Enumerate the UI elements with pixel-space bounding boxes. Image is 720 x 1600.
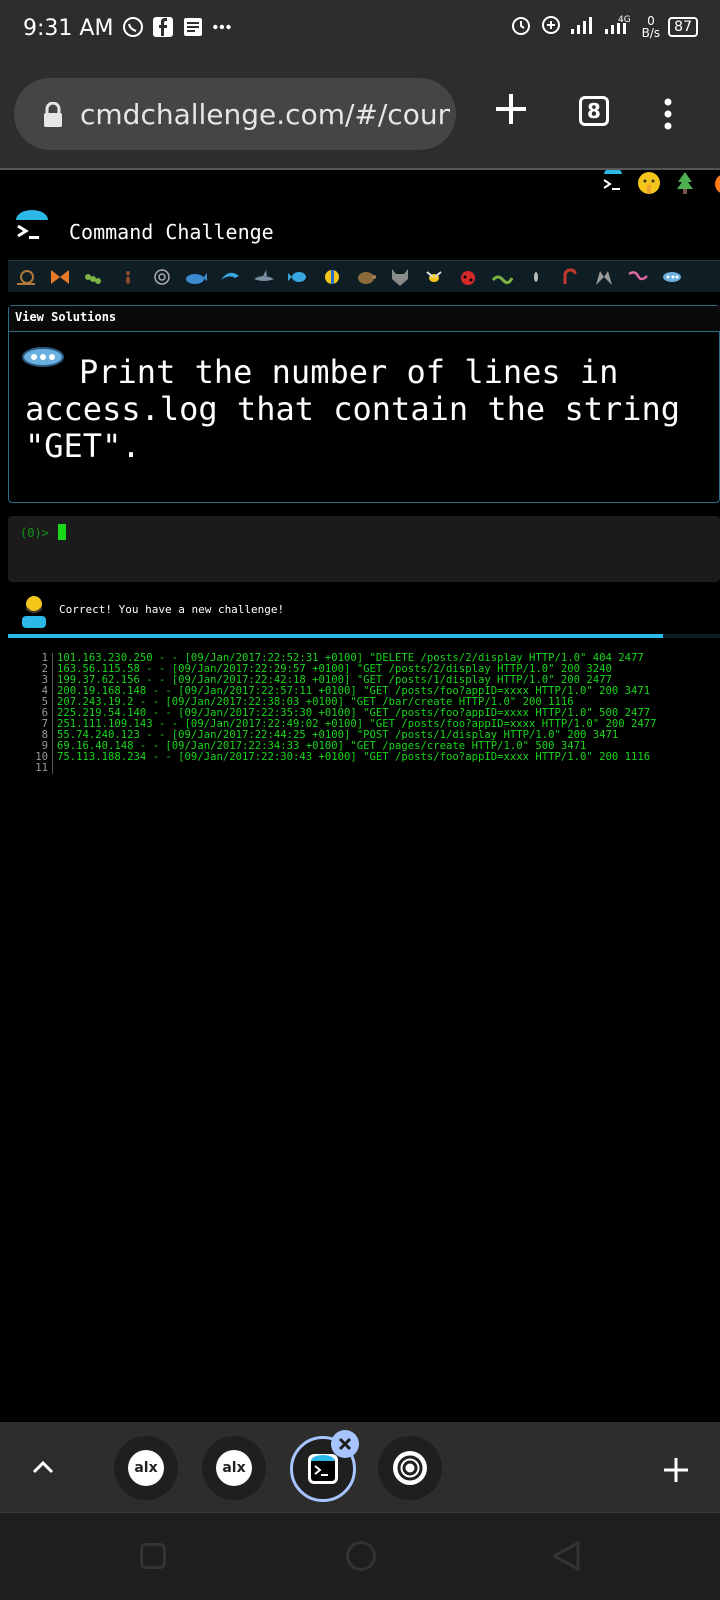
signal-4g-icon: 4G bbox=[604, 14, 634, 40]
turtle-icon[interactable] bbox=[354, 266, 378, 288]
output-line: 11 bbox=[30, 763, 657, 774]
result-message: Correct! You have a new challenge! bbox=[59, 603, 285, 616]
progress-fill bbox=[8, 634, 664, 638]
site-title[interactable]: Command Challenge bbox=[69, 220, 274, 244]
browser-toolbar: cmdchallenge.com/#/count_ 8 bbox=[0, 60, 720, 170]
status-indicators: 4G 0 B/s 87 bbox=[510, 14, 698, 40]
mosquito-icon[interactable] bbox=[524, 266, 548, 288]
chrome-icon bbox=[393, 1451, 427, 1485]
dolphin-icon[interactable] bbox=[218, 266, 242, 288]
ladybug-icon[interactable] bbox=[456, 266, 480, 288]
close-tab-icon[interactable] bbox=[331, 1430, 359, 1458]
shark-icon[interactable] bbox=[252, 266, 276, 288]
fire-icon[interactable] bbox=[708, 170, 720, 196]
battery-icon: 87 bbox=[668, 17, 698, 37]
back-icon[interactable] bbox=[550, 1539, 584, 1573]
tab-switcher-button[interactable]: 8 bbox=[579, 96, 609, 126]
whale-icon[interactable] bbox=[184, 266, 208, 288]
butterfly-icon[interactable] bbox=[48, 266, 72, 288]
address-bar[interactable]: cmdchallenge.com/#/count_ bbox=[14, 78, 456, 150]
bee-icon[interactable] bbox=[422, 266, 446, 288]
challenge-panel: View Solutions Print the number of lines… bbox=[8, 305, 720, 503]
facebook-icon bbox=[152, 16, 174, 38]
tab-alx-1[interactable]: alx bbox=[114, 1436, 178, 1500]
worm-icon[interactable] bbox=[490, 266, 514, 288]
status-time: 9:31 AM bbox=[23, 16, 114, 41]
tropical-fish-icon[interactable] bbox=[320, 266, 344, 288]
alx-favicon: alx bbox=[128, 1450, 164, 1486]
spider-web-icon[interactable] bbox=[150, 266, 174, 288]
fly-icon[interactable] bbox=[592, 266, 616, 288]
status-bar: 9:31 AM 4G 0 B/s 87 bbox=[0, 0, 720, 60]
tab-chrome[interactable] bbox=[378, 1436, 442, 1500]
command-terminal[interactable]: (0)> bbox=[8, 516, 720, 582]
microbe-icon[interactable] bbox=[660, 266, 684, 288]
url-text[interactable]: cmdchallenge.com/#/count_ bbox=[80, 98, 450, 131]
system-navigation-bar bbox=[0, 1513, 720, 1600]
overflow-menu-icon[interactable] bbox=[664, 98, 672, 130]
ant-icon[interactable] bbox=[116, 266, 140, 288]
more-dots-icon bbox=[212, 16, 234, 38]
new-tab-plus-icon[interactable] bbox=[492, 90, 530, 128]
signal-icon bbox=[570, 15, 596, 39]
terminal-prompt: (0)> bbox=[20, 526, 49, 540]
shushing-face-icon[interactable] bbox=[636, 170, 662, 196]
earthworm-icon[interactable] bbox=[626, 266, 650, 288]
terminal-logo-icon[interactable] bbox=[600, 170, 626, 196]
wolf-icon[interactable] bbox=[388, 266, 412, 288]
terminal-favicon-icon bbox=[308, 1454, 338, 1484]
challenge-progress-animals bbox=[8, 260, 720, 292]
line-number: 11 bbox=[30, 763, 53, 774]
recent-apps-icon[interactable] bbox=[140, 1543, 166, 1569]
tab-strip: alx alx bbox=[0, 1422, 720, 1513]
add-tab-icon[interactable] bbox=[662, 1456, 690, 1484]
challenge-progress-bar bbox=[8, 634, 720, 638]
hacker-avatar-icon bbox=[22, 596, 46, 628]
challenge-description: Print the number of lines in access.log … bbox=[25, 353, 681, 465]
home-icon[interactable] bbox=[346, 1541, 376, 1571]
command-output: 1 101.163.230.250 - - [09/Jan/2017:22:52:… bbox=[30, 653, 657, 774]
tree-icon[interactable] bbox=[672, 170, 698, 196]
net-speed: 0 B/s bbox=[641, 14, 661, 40]
status-app-icons bbox=[122, 16, 234, 38]
command-challenge-logo-icon[interactable] bbox=[14, 210, 50, 244]
data-saver-icon bbox=[540, 14, 562, 40]
site-top-icons bbox=[600, 170, 720, 196]
chevron-up-icon[interactable] bbox=[30, 1454, 56, 1480]
tab-alx-2[interactable]: alx bbox=[202, 1436, 266, 1500]
notes-icon bbox=[182, 16, 204, 38]
whatsapp-icon bbox=[122, 16, 144, 38]
terminal-cursor bbox=[58, 524, 66, 540]
output-line: 10 75.113.188.234 - - [09/Jan/2017:22:30:… bbox=[30, 752, 657, 763]
scorpion-icon[interactable] bbox=[558, 266, 582, 288]
snail-icon[interactable] bbox=[14, 266, 38, 288]
alarm-icon bbox=[510, 14, 532, 40]
lock-icon bbox=[44, 102, 62, 127]
fish-icon[interactable] bbox=[286, 266, 310, 288]
log-line-text: 75.113.188.234 - - [09/Jan/2017:22:30:43… bbox=[57, 751, 651, 763]
view-solutions-link[interactable]: View Solutions bbox=[9, 306, 720, 332]
alx-favicon: alx bbox=[216, 1450, 252, 1486]
caterpillar-icon[interactable] bbox=[82, 266, 106, 288]
